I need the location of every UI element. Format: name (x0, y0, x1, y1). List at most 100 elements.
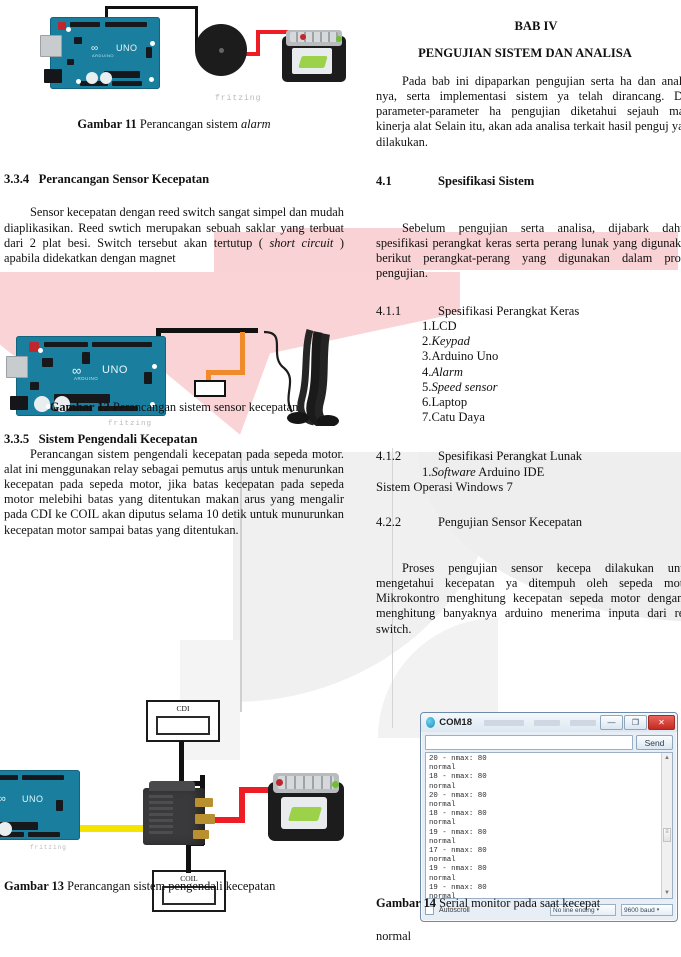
heading-4-2-2: 4.2.2 Pengujian Sensor Kecepatan (376, 515, 681, 530)
serial-console-scrollbar[interactable]: ▲ ≡ ▼ (661, 753, 672, 898)
figure-11-caption-italic: alarm (240, 117, 271, 131)
relay-label-face (149, 794, 173, 834)
heading-4-1-number: 4.1 (376, 173, 392, 188)
heading-4-2-2-number: 4.2.2 (376, 515, 402, 530)
figure-12-caption-label: Gambar 12 (49, 400, 110, 415)
figure-11-caption: Gambar 11 Perancangan sistem alarm (4, 117, 344, 132)
paragraph-3-3-4: Sensor kecepatan dengan reed switch sang… (4, 205, 344, 266)
list-item: 7.Catu Daya (376, 410, 681, 425)
heading-4-1-1: 4.1.1 Spesifikasi Perangkat Keras (376, 304, 681, 319)
relay-pin-1 (195, 798, 213, 807)
figure-14-caption: Gambar 14 Serial monitor pada saat kecep… (376, 895, 681, 911)
digital-header-icon-3 (0, 775, 18, 780)
arduino-uno-board-control: UNO ∞ fritzing (0, 770, 80, 851)
serial-monitor-titlebar: COM18 — ❐ ✕ (421, 713, 677, 732)
heading-4-1-title: Spesifikasi Sistem (438, 173, 535, 188)
operating-system-line: Sistem Operasi Windows 7 (376, 480, 513, 495)
send-button[interactable]: Send (636, 735, 673, 750)
list-item: 5.Speed sensor (376, 380, 681, 395)
list-item: 4.Alarm (376, 365, 681, 380)
list-item: 1.LCD (376, 319, 681, 334)
relay-pin-3 (193, 830, 209, 839)
serial-console[interactable]: 20 - nmax: 80 normal 18 - nmax: 80 norma… (425, 752, 673, 899)
heading-4-1-1-number: 4.1.1 (376, 303, 402, 318)
battery-terminal-positive-2 (276, 779, 283, 786)
heading-3-3-4-title: Perancangan Sensor Kecepatan (38, 172, 210, 187)
figure-13-caption: Gambar 13 Perancangan sistem pengendali … (4, 878, 344, 894)
heading-4-1-2-number: 4.1.2 (376, 449, 402, 464)
hardware-list: 1.LCD 2.Keypad 3.Arduino Uno 4.Alarm 5.S… (376, 319, 681, 425)
relay-pin-2 (195, 814, 215, 824)
heading-3-3-5-title: Sistem Pengendali Kecepatan (38, 431, 198, 446)
serial-monitor-app-icon (426, 717, 436, 728)
heading-3-3-5-number: 3.3.5 (4, 431, 30, 446)
heading-4-1-2: 4.1.2 Spesifikasi Perangkat Lunak (376, 449, 681, 464)
figure-14-caption-label: Gambar 14 (376, 896, 437, 910)
intro-paragraph: Pada bab ini dipaparkan pengujian serta … (376, 73, 681, 149)
figure-14-caption-text: Serial monitor pada saat kecepat (439, 896, 601, 910)
paragraph-3-3-4-italic: short circuit (269, 235, 334, 250)
list-item: 3.Arduino Uno (376, 349, 681, 364)
figure-12-caption-text: Perancangan sistem sensor kecepatan (109, 400, 299, 415)
relay-component (143, 781, 215, 845)
heading-3-3-4: 3.3.4 Perancangan Sensor Kecepatan (4, 172, 344, 187)
maximize-button[interactable]: ❐ (624, 715, 647, 730)
icsp-header-icon-3 (56, 800, 63, 811)
battery-terminal-negative-2 (332, 781, 339, 788)
list-item-text: Alarm (431, 364, 463, 379)
cdi-box: CDI (146, 700, 220, 742)
figure-13-speed-control-circuit: CDI COIL UNO ∞ fritzing (0, 645, 360, 912)
arduino-logo-label-3: UNO (22, 794, 44, 804)
heading-3-3-5: 3.3.5 Sistem Pengendali Kecepatan (4, 432, 344, 447)
battery-indicator-2 (287, 807, 323, 821)
paragraph-3-3-5: Perancangan sistem pengendali kecepatan … (4, 446, 344, 537)
list-item-text: Keypad (431, 334, 470, 349)
cdi-label: CDI (176, 704, 190, 713)
serial-send-input[interactable] (425, 735, 633, 750)
software-item-text: Arduino IDE (475, 464, 545, 479)
serial-input-row: Send (421, 732, 677, 753)
list-item-text: Speed sensor (431, 379, 498, 394)
heading-4-1: 4.1 Spesifikasi Sistem (376, 174, 681, 189)
digital-header2-icon-3 (22, 775, 64, 780)
wire-black-cdi-down (179, 741, 184, 786)
left-text-column: Gambar 11 Perancangan sistem alarm 3.3.4… (4, 0, 344, 538)
figure-14-caption-line2: normal (376, 929, 412, 943)
figure-11-caption-text: Perancangan sistem (136, 117, 241, 131)
software-item-italic: Software (431, 464, 476, 479)
battery-component-control (268, 773, 344, 841)
titlebar-ghost-text (476, 719, 596, 726)
minimize-button[interactable]: — (600, 715, 623, 730)
window-controls: — ❐ ✕ (600, 715, 675, 730)
figure-12-caption: Gambar 12 Perancangan sistem sensor kece… (4, 400, 344, 415)
cdi-inner-box (156, 716, 210, 735)
chapter-label: BAB IV (514, 18, 558, 33)
close-button[interactable]: ✕ (648, 715, 675, 730)
software-list-item: 1.Software Arduino IDE (376, 465, 681, 480)
chapter-title: PENGUJIAN SISTEM DAN ANALISA (418, 46, 632, 61)
heading-4-2-2-title: Pengujian Sensor Kecepatan (438, 515, 583, 530)
battery-caps-2 (278, 776, 334, 789)
right-text-column: BAB IV PENGUJIAN SISTEM DAN ANALISA Pada… (376, 0, 681, 637)
list-item-text: Catu Daya (431, 410, 485, 425)
scroll-up-arrow-icon[interactable]: ▲ (662, 753, 672, 763)
list-item-text: Arduino Uno (431, 349, 499, 364)
list-item: 6.Laptop (376, 395, 681, 410)
fritzing-watermark-label-3: fritzing (30, 844, 67, 851)
list-item-text: LCD (431, 319, 457, 334)
list-item: 2.Keypad (376, 334, 681, 349)
scrollbar-thumb[interactable]: ≡ (663, 828, 671, 843)
paragraph-4-2-2: Proses pengujian sensor kecepa dilakukan… (376, 560, 681, 636)
analog-header-icon-3 (28, 832, 60, 837)
relay-top-cover (149, 781, 195, 791)
serial-monitor-title: COM18 (439, 717, 472, 728)
list-item-text: Laptop (431, 395, 468, 410)
figure-13-caption-text: Perancangan sistem pengendali kecepatan (67, 879, 276, 893)
serial-monitor-window[interactable]: COM18 — ❐ ✕ Send 20 - nmax: 80 normal 18… (420, 712, 678, 922)
arduino-infinity-icon-3: ∞ (0, 793, 7, 805)
figure-11-caption-label: Gambar 11 (77, 117, 137, 131)
figure-13-caption-label: Gambar 13 (4, 879, 65, 893)
heading-4-1-2-title: Spesifikasi Perangkat Lunak (438, 449, 583, 464)
heading-3-3-4-number: 3.3.4 (4, 172, 30, 187)
heading-4-1-1-title: Spesifikasi Perangkat Keras (438, 303, 580, 318)
